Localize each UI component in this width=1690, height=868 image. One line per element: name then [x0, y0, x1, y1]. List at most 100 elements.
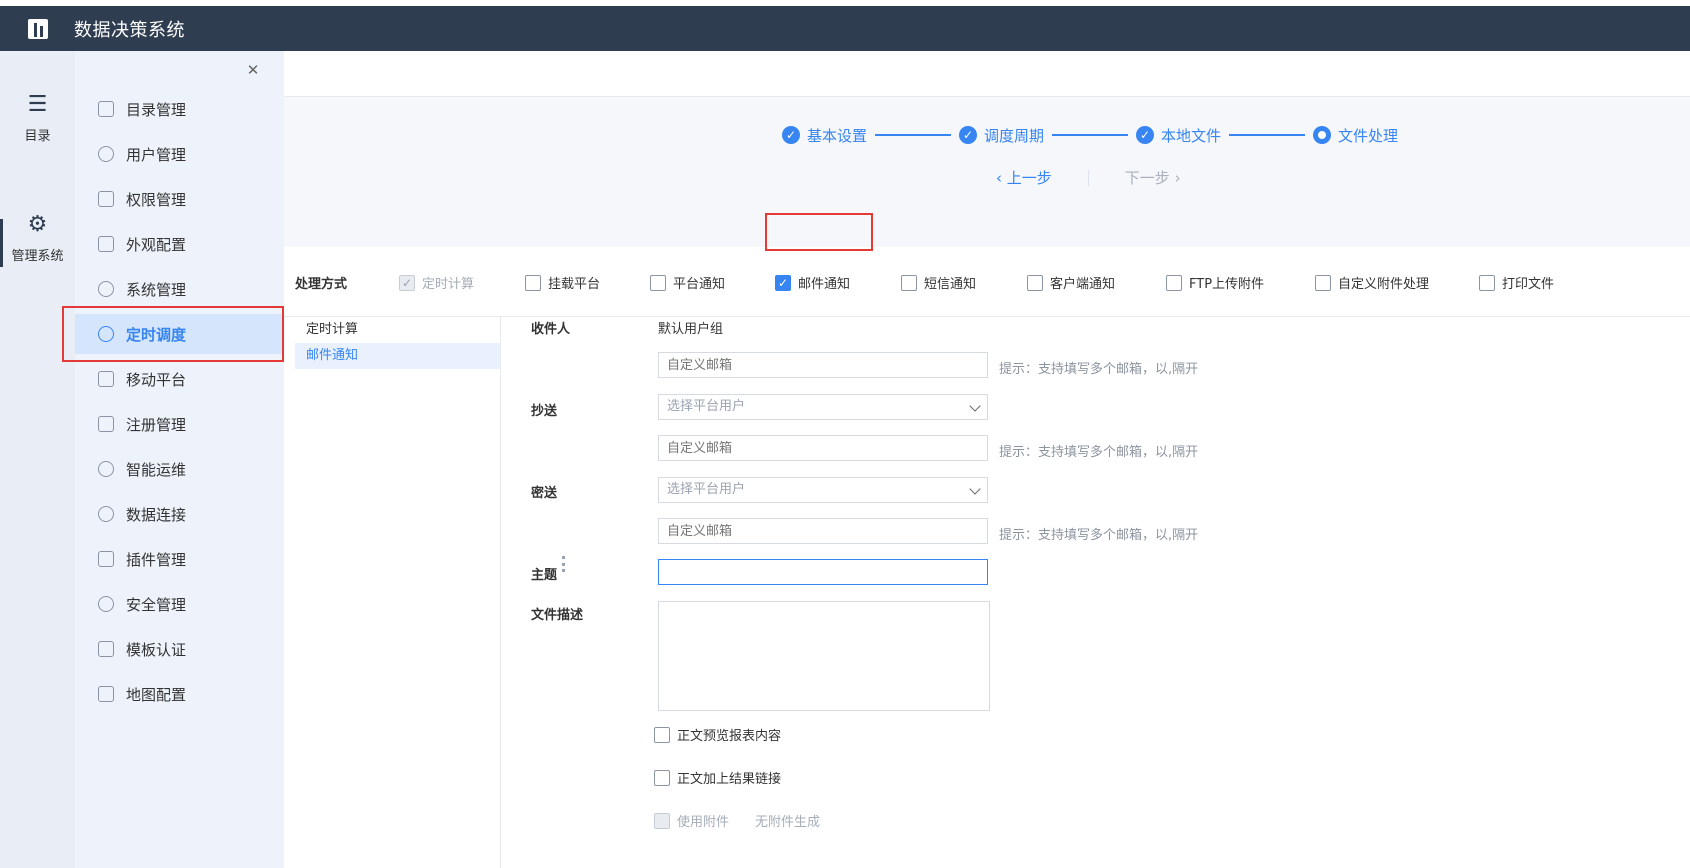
mode-option-scheduled-calc[interactable]: ✓ 定时计算	[399, 273, 474, 292]
rail-item-label: 目录	[24, 129, 51, 144]
select-placeholder: 选择平台用户	[667, 482, 746, 497]
menu-item-label: 模板认证	[126, 640, 187, 659]
mode-option-mount-platform[interactable]: 挂载平台	[525, 273, 600, 292]
option-label: 平台通知	[673, 277, 726, 292]
bcc-custom-email-input[interactable]	[658, 518, 988, 544]
menu-item-ops[interactable]: 智能运维	[75, 449, 284, 489]
checkbox	[654, 726, 670, 743]
admin-menu: ✕ 目录管理 用户管理 权限管理 外观配置 系统管理 定时调度 移动平台 注册管…	[75, 51, 284, 868]
step-list: ✓ 基本设置 ✓ 调度周期 ✓ 本地文件 文件处理	[782, 123, 1398, 147]
option-label: 定时计算	[422, 277, 475, 292]
step-schedule-cycle[interactable]: ✓ 调度周期	[959, 125, 1044, 146]
processing-mode-row: 处理方式 ✓ 定时计算 挂载平台 平台通知 ✓ 邮件通知 短信通知 客户端通知 FT…	[284, 247, 1690, 317]
menu-item-system[interactable]: 系统管理	[75, 269, 284, 309]
resize-handle[interactable]	[562, 556, 565, 572]
check-circle-icon: ✓	[1136, 126, 1155, 144]
recipient-email-hint: 提示：支持填写多个邮箱，以,隔开	[999, 362, 1199, 377]
option-label: 打印文件	[1502, 277, 1555, 292]
next-step-button[interactable]: 下一步 ›	[1125, 167, 1181, 188]
menu-item-label: 移动平台	[126, 370, 187, 389]
step-file-processing[interactable]: 文件处理	[1313, 125, 1398, 146]
network-icon	[98, 461, 114, 477]
step-connector	[1229, 134, 1306, 136]
check-circle-icon: ✓	[782, 126, 800, 144]
menu-item-label: 注册管理	[126, 415, 187, 434]
step-basic-settings[interactable]: ✓ 基本设置	[782, 125, 867, 146]
menu-item-mobile[interactable]: 移动平台	[75, 359, 284, 399]
shield-icon	[98, 596, 114, 612]
mode-option-email-notice[interactable]: ✓ 邮件通知	[775, 273, 850, 292]
rail-item-management[interactable]: ⚙ 管理系统	[0, 213, 75, 265]
prev-step-label: 上一步	[1006, 169, 1052, 187]
menu-item-label: 数据连接	[126, 505, 187, 524]
current-step-icon	[1313, 126, 1332, 144]
check-circle-icon: ✓	[959, 126, 978, 144]
cc-custom-email-input[interactable]	[658, 435, 988, 461]
checkbox-disabled	[654, 812, 670, 829]
subject-input[interactable]	[658, 559, 988, 585]
highlight-box-schedule	[62, 306, 284, 362]
option-label: 客户端通知	[1050, 277, 1116, 292]
cc-email-hint: 提示：支持填写多个邮箱，以,隔开	[999, 445, 1199, 460]
processing-mode-label: 处理方式	[295, 277, 348, 292]
bcc-email-hint: 提示：支持填写多个邮箱，以,隔开	[999, 528, 1199, 543]
chevron-down-icon	[969, 400, 981, 412]
menu-item-user[interactable]: 用户管理	[75, 134, 284, 174]
no-attachment-text: 无附件生成	[755, 815, 821, 830]
settings-icon	[98, 281, 114, 297]
pin-icon[interactable]: ✕	[243, 61, 263, 81]
subnav-item-scheduled-calc[interactable]: 定时计算	[295, 317, 500, 343]
subnav-item-email-notice[interactable]: 邮件通知	[295, 343, 500, 369]
content-topbar	[284, 51, 1690, 97]
list-icon: ☰	[27, 92, 48, 117]
step-connector	[875, 134, 952, 136]
cc-user-select[interactable]: 选择平台用户	[658, 394, 988, 420]
mode-option-sms-notice[interactable]: 短信通知	[901, 273, 976, 292]
menu-item-map[interactable]: 地图配置	[75, 674, 284, 714]
catalog-icon	[98, 101, 114, 117]
step-local-file[interactable]: ✓ 本地文件	[1136, 125, 1221, 146]
register-icon	[98, 416, 114, 432]
checkbox	[525, 274, 541, 291]
bcc-user-select[interactable]: 选择平台用户	[658, 477, 988, 503]
prev-step-button[interactable]: ‹ 上一步	[996, 167, 1052, 188]
checkbox-label: 正文预览报表内容	[677, 729, 782, 744]
paint-roller-icon	[98, 236, 114, 252]
use-attachment-checkbox[interactable]: 使用附件 无附件生成	[654, 811, 820, 830]
left-rail: ☰ 目录 ⚙ 管理系统	[0, 51, 75, 868]
mode-option-print-file[interactable]: 打印文件	[1479, 273, 1554, 292]
menu-item-label: 外观配置	[126, 235, 187, 254]
description-textarea[interactable]	[658, 601, 990, 711]
checkbox	[1166, 274, 1182, 291]
recipient-custom-email-input[interactable]	[658, 352, 988, 378]
mode-option-ftp-upload[interactable]: FTP上传附件	[1166, 273, 1264, 292]
rail-item-catalog[interactable]: ☰ 目录	[0, 92, 75, 145]
body-preview-checkbox[interactable]: 正文预览报表内容	[654, 725, 781, 744]
menu-item-register[interactable]: 注册管理	[75, 404, 284, 444]
mode-option-platform-notice[interactable]: 平台通知	[650, 273, 725, 292]
highlight-box-email-notice	[765, 213, 873, 251]
result-link-checkbox[interactable]: 正文加上结果链接	[654, 768, 781, 787]
menu-item-data-connection[interactable]: 数据连接	[75, 494, 284, 534]
option-label: 挂载平台	[548, 277, 601, 292]
step-label: 文件处理	[1338, 126, 1399, 145]
user-icon	[98, 146, 114, 162]
menu-item-security[interactable]: 安全管理	[75, 584, 284, 624]
app-title: 数据决策系统	[74, 19, 185, 41]
step-label: 调度周期	[984, 126, 1045, 145]
mode-option-client-notice[interactable]: 客户端通知	[1027, 273, 1115, 292]
link-icon	[98, 506, 114, 522]
menu-item-catalog[interactable]: 目录管理	[75, 89, 284, 129]
menu-item-permission[interactable]: 权限管理	[75, 179, 284, 219]
mode-option-custom-attachment[interactable]: 自定义附件处理	[1315, 273, 1429, 292]
checkbox-label: 使用附件	[677, 815, 730, 830]
recipient-label: 收件人	[531, 322, 571, 337]
menu-item-template-auth[interactable]: 模板认证	[75, 629, 284, 669]
lock-icon	[98, 191, 114, 207]
step-wizard: ✓ 基本设置 ✓ 调度周期 ✓ 本地文件 文件处理 ‹ 上一步 下一步 ›	[284, 97, 1690, 247]
step-label: 本地文件	[1161, 126, 1222, 145]
menu-item-appearance[interactable]: 外观配置	[75, 224, 284, 264]
menu-item-plugin[interactable]: 插件管理	[75, 539, 284, 579]
checkbox	[1027, 274, 1043, 291]
option-label: FTP上传附件	[1189, 277, 1265, 292]
